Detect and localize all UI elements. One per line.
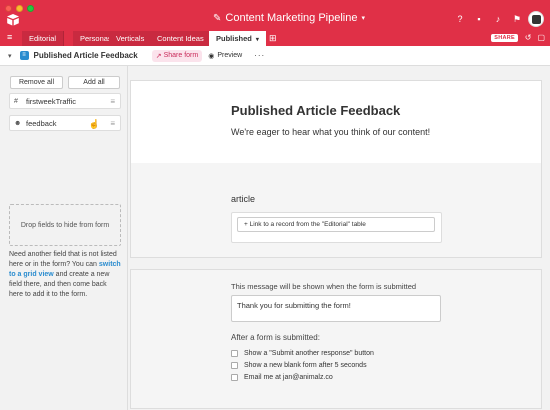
option-label: Show a "Submit another response" button — [244, 350, 374, 357]
chevron-down-icon[interactable]: ▾ — [256, 37, 259, 43]
drag-handle-icon[interactable]: ≡ — [110, 119, 115, 128]
form-field-article: + Link to a record from the "Editorial" … — [231, 212, 442, 243]
share-button[interactable]: SHARE — [491, 34, 518, 42]
airtable-logo-icon[interactable] — [6, 14, 20, 26]
notification-icon[interactable]: ⚑ — [512, 14, 522, 25]
tab-content-ideas[interactable]: Content Ideas — [150, 31, 212, 46]
grid-icon[interactable]: ▪ — [474, 14, 484, 25]
tab-verticals[interactable]: Verticals — [109, 31, 153, 46]
hidden-fields-dropzone[interactable]: Drop fields to hide from form — [9, 204, 121, 246]
option-label: Email me at jan@animalz.co — [244, 374, 333, 381]
sidebar-help-text: Need another field that is not listed he… — [9, 250, 121, 300]
share-icon: ↗ — [155, 52, 162, 60]
form-card: Published Article Feedback We're eager t… — [130, 80, 542, 258]
close-window-button[interactable] — [5, 5, 12, 12]
share-form-label: Share form — [163, 52, 199, 59]
more-options-icon[interactable]: ··· — [254, 51, 265, 60]
remove-all-button[interactable]: Remove all — [10, 76, 63, 89]
field-item-label: feedback — [26, 118, 57, 128]
form-description[interactable]: We're eager to hear what you think of ou… — [231, 127, 430, 137]
view-name[interactable]: Published Article Feedback — [34, 51, 138, 60]
tables-bar: ≡ Editorial Personas Verticals Content I… — [0, 31, 550, 46]
checkbox[interactable] — [231, 362, 238, 369]
header-icons: ? ▪ ♪ ⚑ — [455, 14, 522, 25]
view-toolbar: ▾ ≡ Published Article Feedback ↗ Share f… — [0, 46, 550, 66]
app-bar: ✎ Content Marketing Pipeline ▾ ? ▪ ♪ ⚑ — [0, 0, 550, 31]
fields-sidebar: Remove all Add all # firstweekTraffic ≡ … — [0, 66, 128, 410]
bell-icon[interactable]: ♪ — [493, 14, 503, 25]
tab-editorial[interactable]: Editorial — [22, 31, 65, 46]
field-item-firstweektraffic[interactable]: # firstweekTraffic ≡ — [9, 93, 121, 109]
form-title[interactable]: Published Article Feedback — [231, 103, 400, 118]
checkbox[interactable] — [231, 350, 238, 357]
share-form-button[interactable]: ↗ Share form — [151, 49, 203, 62]
pencil-icon: ✎ — [213, 12, 222, 24]
field-item-label: firstweekTraffic — [26, 96, 77, 106]
eye-icon: ◉ — [208, 52, 215, 60]
option-blank-form[interactable]: Show a new blank form after 5 seconds — [231, 362, 367, 369]
chevron-down-icon: ▾ — [361, 15, 365, 22]
submit-message-label: This message will be shown when the form… — [231, 282, 417, 291]
option-email-me[interactable]: Email me at jan@animalz.co — [231, 374, 333, 381]
add-all-button[interactable]: Add all — [68, 76, 120, 89]
preview-button[interactable]: ◉ Preview — [208, 52, 242, 60]
option-label: Show a new blank form after 5 seconds — [244, 362, 367, 369]
preview-label: Preview — [217, 52, 243, 59]
option-submit-another[interactable]: Show a "Submit another response" button — [231, 350, 374, 357]
form-editor: Published Article Feedback We're eager t… — [128, 66, 550, 410]
minimize-window-button[interactable] — [16, 5, 23, 12]
submit-settings-card: This message will be shown when the form… — [130, 269, 542, 409]
tab-bar-icons: ↺ ▢ — [525, 33, 545, 42]
drag-handle-icon[interactable]: ≡ — [110, 97, 115, 106]
blocks-icon[interactable]: ▢ — [537, 33, 545, 42]
checkbox[interactable] — [231, 374, 238, 381]
base-title[interactable]: ✎ Content Marketing Pipeline ▾ — [213, 12, 365, 24]
after-submit-label: After a form is submitted: — [231, 333, 320, 342]
history-icon[interactable]: ↺ — [525, 33, 532, 42]
hand-cursor-icon: ☝ — [88, 119, 100, 129]
form-view-icon: ≡ — [19, 51, 29, 60]
menu-icon[interactable]: ≡ — [7, 32, 12, 42]
add-table-icon[interactable]: ⊞ — [264, 31, 282, 46]
tab-published-label: Published — [216, 34, 252, 43]
base-title-label: Content Marketing Pipeline — [225, 12, 358, 24]
field-item-feedback[interactable]: ☻ feedback ☝ ≡ — [9, 115, 121, 131]
link-record-button[interactable]: + Link to a record from the "Editorial" … — [237, 217, 435, 232]
submit-message-input[interactable]: Thank you for submitting the form! — [231, 295, 441, 322]
hash-icon: # — [14, 97, 18, 105]
chevron-down-icon[interactable]: ▾ — [8, 52, 12, 60]
people-icon: ☻ — [14, 119, 22, 127]
form-field-label[interactable]: article — [231, 194, 255, 204]
help-icon[interactable]: ? — [455, 14, 465, 25]
avatar[interactable] — [528, 11, 544, 27]
maximize-window-button[interactable] — [27, 5, 34, 12]
form-header: Published Article Feedback We're eager t… — [131, 81, 541, 163]
tab-published[interactable]: Published ▾ — [209, 31, 266, 46]
